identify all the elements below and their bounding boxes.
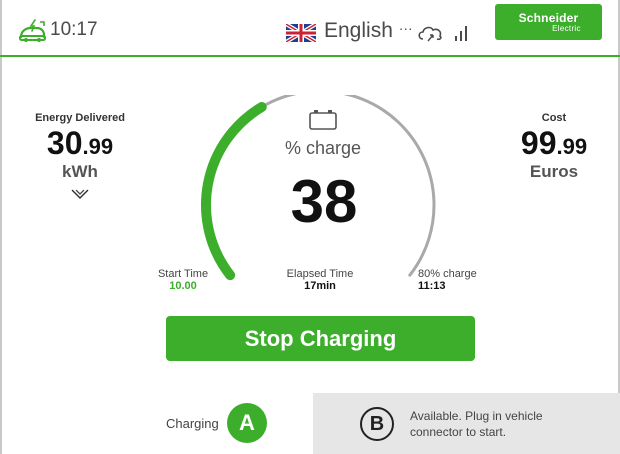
energy-value-dec: .99	[82, 134, 114, 159]
brand-sub: Electric	[552, 24, 581, 33]
ev-charger-icon	[19, 19, 46, 42]
language-label: English	[324, 19, 393, 42]
connector-a-status: Charging	[166, 416, 219, 431]
energy-value-int: 30	[46, 125, 83, 161]
connector-b-panel[interactable]: B Available. Plug in vehicle connector t…	[313, 393, 620, 454]
target-charge-value: 11:13	[418, 280, 446, 292]
connector-a-badge[interactable]: A	[227, 403, 267, 443]
brand-logo: Schneider Electric	[495, 4, 602, 40]
start-time-value: 10.00	[169, 280, 197, 292]
target-charge-label: 80% charge	[418, 268, 477, 280]
brand-name: Schneider	[518, 11, 579, 25]
connector-b-message: Available. Plug in vehicle connector to …	[410, 408, 600, 440]
elapsed-time-label: Elapsed Time	[286, 268, 354, 280]
cost-value-int: 99	[520, 125, 557, 161]
start-time: Start Time 10.00	[148, 268, 218, 292]
charge-value: 38	[290, 168, 358, 235]
top-bar: 10:17 English ··· Schneider Electric	[0, 0, 620, 57]
connector-b-badge[interactable]: B	[360, 407, 394, 441]
frame-left-border	[0, 0, 2, 454]
battery-icon	[309, 110, 337, 130]
target-charge-time: 80% charge 11:13	[418, 268, 508, 292]
uk-flag-icon[interactable]	[286, 24, 316, 42]
signal-icon	[455, 26, 467, 41]
connector-b-line1: Available. Plug in vehicle	[410, 409, 543, 423]
language-selector[interactable]: English ···	[324, 19, 413, 43]
cost-panel: Cost 99.99 Euros	[494, 112, 614, 182]
cost-value-dec: .99	[556, 134, 588, 159]
energy-delivered-panel: Energy Delivered 30.99 kWh	[20, 112, 140, 200]
cost-value: 99.99	[494, 126, 614, 164]
elapsed-time-value: 17min	[304, 280, 336, 292]
start-time-label: Start Time	[157, 268, 209, 280]
elapsed-time: Elapsed Time 17min	[270, 268, 370, 292]
energy-label: Energy Delivered	[35, 112, 125, 124]
cost-label: Cost	[541, 112, 567, 124]
chevron-down-icon[interactable]	[70, 188, 90, 200]
energy-value: 30.99	[20, 126, 140, 164]
energy-unit: kWh	[62, 162, 98, 181]
language-more-icon: ···	[398, 20, 413, 36]
connector-b-line2: connector to start.	[410, 425, 507, 439]
cloud-icon	[418, 26, 442, 42]
clock-time: 10:17	[50, 19, 98, 40]
cost-unit: Euros	[529, 162, 579, 181]
charge-label: % charge	[284, 138, 362, 158]
stop-charging-button[interactable]: Stop Charging	[166, 316, 475, 361]
